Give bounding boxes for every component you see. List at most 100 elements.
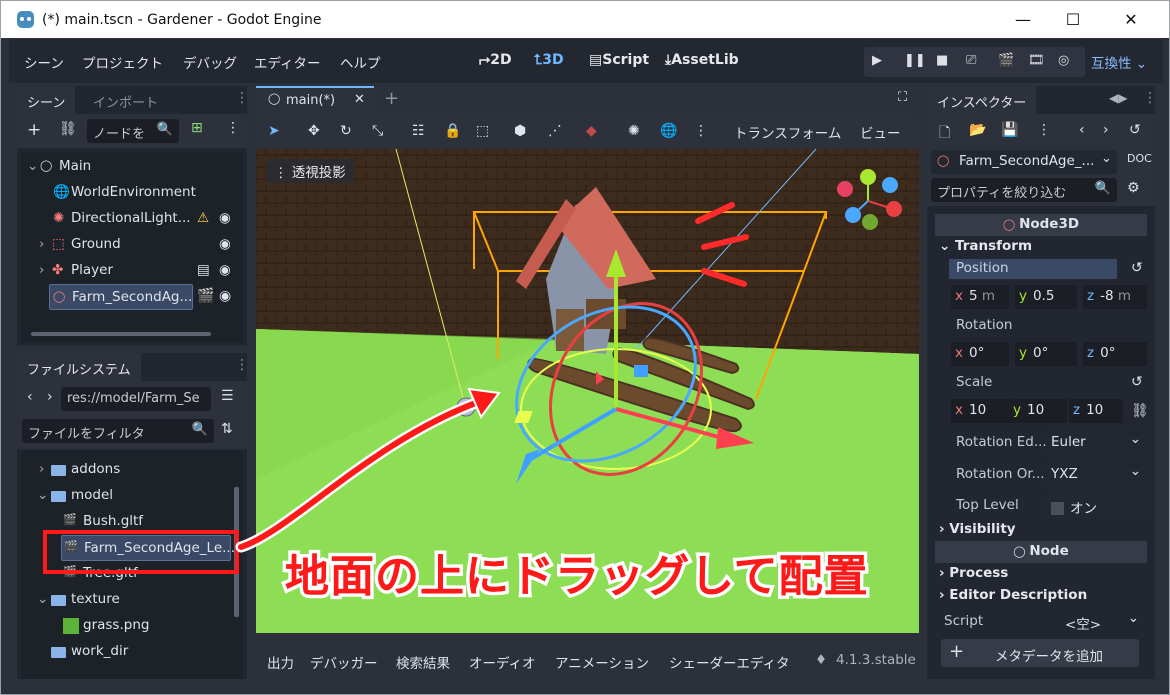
history-forward-icon[interactable]: › bbox=[1103, 122, 1109, 138]
dock-menu-icon[interactable]: ⋮ bbox=[235, 90, 249, 106]
scale-x-field[interactable]: x 10 bbox=[951, 399, 1009, 423]
move-tool-icon[interactable]: ✥ bbox=[308, 123, 320, 139]
file-filter-input[interactable]: ファイルをフィルタ 🔍 bbox=[22, 419, 214, 443]
warning-icon[interactable]: ⚠ bbox=[197, 210, 209, 226]
tab-main[interactable]: ◯ main(*) ✕ bbox=[256, 86, 374, 114]
visibility-eye-icon[interactable]: ◉ bbox=[219, 288, 231, 304]
minimize-button[interactable]: — bbox=[995, 1, 1051, 38]
transform-menu[interactable]: トランスフォーム bbox=[734, 122, 841, 142]
position-x-field[interactable]: x5 m bbox=[951, 285, 1009, 309]
node-filter-input[interactable]: ノードを 🔍 bbox=[87, 119, 179, 143]
open-in-editor-icon[interactable]: 🎬 bbox=[197, 288, 214, 304]
scale-z-field[interactable]: z 10 bbox=[1069, 399, 1123, 423]
instantiate-scene-icon[interactable]: ⊞ bbox=[191, 120, 203, 136]
dock-nav-icon[interactable]: ◀▶ bbox=[1109, 91, 1127, 105]
movie-maker-icon[interactable]: ◎ bbox=[1058, 53, 1069, 68]
visibility-eye-icon[interactable]: ◉ bbox=[219, 262, 231, 278]
history-icon[interactable]: ↺ bbox=[1129, 122, 1141, 138]
snap-icon[interactable]: ⋰ bbox=[548, 123, 562, 139]
tree-node-farm-selected[interactable]: ◯ Farm_SecondAg... bbox=[49, 284, 193, 310]
tab-audio[interactable]: オーディオ bbox=[469, 652, 536, 672]
environment-preview-icon[interactable]: 🌐 bbox=[660, 123, 677, 139]
rotation-edit-mode-select[interactable]: Euler ⌄ bbox=[1047, 431, 1147, 455]
maximize-button[interactable]: ☐ bbox=[1045, 1, 1101, 38]
new-resource-icon[interactable]: 🗋 bbox=[939, 122, 950, 146]
position-z-field[interactable]: z -8 m bbox=[1083, 285, 1147, 309]
tab-search-results[interactable]: 検索結果 bbox=[396, 652, 450, 672]
link-icon[interactable]: ⛓ bbox=[59, 121, 77, 137]
scene-menu-icon[interactable]: ⋮ bbox=[226, 120, 240, 136]
close-button[interactable]: ✕ bbox=[1103, 1, 1159, 38]
tab-output[interactable]: 出力 bbox=[267, 652, 294, 672]
tree-node-worldenvironment[interactable]: 🌐 WorldEnvironment bbox=[21, 180, 245, 206]
play-custom-scene-icon[interactable]: 🎞 bbox=[1028, 53, 1045, 68]
position-y-field[interactable]: y 0.5 bbox=[1015, 285, 1077, 309]
add-tab-icon[interactable]: + bbox=[384, 88, 399, 109]
local-space-icon[interactable]: ⬢ bbox=[514, 123, 526, 139]
rotate-tool-icon[interactable]: ↻ bbox=[340, 123, 352, 139]
menu-debug[interactable]: デバッグ bbox=[183, 52, 237, 72]
script-select[interactable]: <空> ⌄ bbox=[1047, 610, 1147, 633]
menu-editor[interactable]: エディター bbox=[254, 52, 321, 72]
tab-filesystem[interactable]: ファイルシステム bbox=[17, 353, 141, 381]
dock-menu-icon[interactable]: ⋮ bbox=[235, 357, 247, 373]
play-scene-icon[interactable]: 🎬 bbox=[998, 53, 1014, 68]
tab-inspector[interactable]: インスペクター bbox=[927, 86, 1037, 114]
rotation-z-field[interactable]: z 0° bbox=[1083, 342, 1147, 366]
tab-scene[interactable]: シーン bbox=[17, 86, 76, 114]
dock-menu-icon[interactable]: ⋮ bbox=[1143, 90, 1157, 106]
menu-help[interactable]: ヘルプ bbox=[340, 52, 381, 72]
lock-icon[interactable]: 🔒 bbox=[444, 123, 461, 139]
path-input[interactable]: res://model/Farm_Se bbox=[61, 387, 211, 411]
menu-project[interactable]: プロジェクト bbox=[82, 52, 163, 72]
scale-y-field[interactable]: y 10 bbox=[1009, 399, 1067, 423]
renderer-selector[interactable]: 互換性 ⌄ bbox=[1091, 52, 1147, 72]
forward-icon[interactable]: › bbox=[47, 389, 53, 405]
tree-node-player[interactable]: › ✤ Player ▤ ◉ bbox=[21, 258, 245, 284]
view-menu[interactable]: ビュー bbox=[860, 122, 901, 142]
rotation-order-select[interactable]: YXZ ⌄ bbox=[1047, 463, 1147, 487]
top-level-checkbox[interactable]: オン bbox=[1047, 494, 1147, 518]
perspective-menu[interactable]: ⋮ 透視投影 bbox=[266, 159, 354, 183]
tab-import[interactable]: インポート bbox=[83, 86, 168, 114]
tree-node-main[interactable]: ⌄ ◯ Main bbox=[21, 154, 245, 180]
visibility-eye-icon[interactable]: ◉ bbox=[219, 236, 231, 252]
sun-preview-icon[interactable]: ✺ bbox=[628, 123, 640, 139]
scale-tool-icon[interactable]: ⤡ bbox=[372, 123, 383, 139]
link-icon[interactable]: ⛓ bbox=[1131, 403, 1149, 419]
mode-assetlib-button[interactable]: ⤓AssetLib bbox=[665, 52, 739, 68]
add-metadata-button[interactable]: + メタデータを追加 bbox=[941, 639, 1139, 667]
revert-icon[interactable]: ↺ bbox=[1131, 374, 1143, 390]
revert-icon[interactable]: ↺ bbox=[1131, 260, 1143, 276]
node-selector[interactable]: ◯ Farm_SecondAge_... ⌄ bbox=[931, 150, 1117, 174]
file-item-texture[interactable]: ⌄ texture bbox=[21, 587, 245, 613]
add-node-icon[interactable]: + bbox=[27, 120, 41, 140]
inspector-options-icon[interactable]: ⚙ bbox=[1127, 180, 1140, 196]
list-select-icon[interactable]: ☷ bbox=[412, 123, 425, 139]
play-icon[interactable]: ▶ bbox=[872, 53, 882, 68]
mode-script-button[interactable]: ▤Script bbox=[589, 52, 649, 68]
docs-icon[interactable]: DOC bbox=[1127, 152, 1152, 165]
tab-shader-editor[interactable]: シェーダーエディタ bbox=[669, 652, 790, 672]
horizontal-scrollbar[interactable] bbox=[31, 332, 211, 336]
file-item-addons[interactable]: › addons bbox=[21, 457, 245, 483]
file-item-workdir[interactable]: work_dir bbox=[21, 639, 245, 665]
visibility-section[interactable]: › Visibility bbox=[939, 521, 1016, 537]
script-attached-icon[interactable]: ▤ bbox=[197, 262, 210, 278]
tree-node-ground[interactable]: › ⬚ Ground ◉ bbox=[21, 232, 245, 258]
visibility-eye-icon[interactable]: ◉ bbox=[219, 210, 231, 226]
process-section[interactable]: › Process bbox=[939, 565, 1008, 581]
rotation-x-field[interactable]: x 0° bbox=[951, 342, 1009, 366]
menu-scene[interactable]: シーン bbox=[24, 52, 64, 72]
tab-debugger[interactable]: デバッガー bbox=[310, 652, 378, 672]
toolbar-menu-icon[interactable]: ⋮ bbox=[694, 123, 708, 139]
pause-icon[interactable]: ❚❚ bbox=[904, 53, 926, 68]
select-tool-icon[interactable]: ➤ bbox=[268, 123, 280, 139]
stop-icon[interactable]: ■ bbox=[936, 53, 948, 68]
history-back-icon[interactable]: ‹ bbox=[1079, 122, 1085, 138]
property-filter-input[interactable]: プロパティを絞り込む 🔍 bbox=[931, 178, 1117, 202]
editor-description-section[interactable]: › Editor Description bbox=[939, 587, 1087, 603]
close-tab-icon[interactable]: ✕ bbox=[354, 92, 365, 107]
file-item-grass[interactable]: grass.png bbox=[21, 613, 245, 639]
mode-3d-button[interactable]: ⮤3D bbox=[534, 52, 564, 68]
